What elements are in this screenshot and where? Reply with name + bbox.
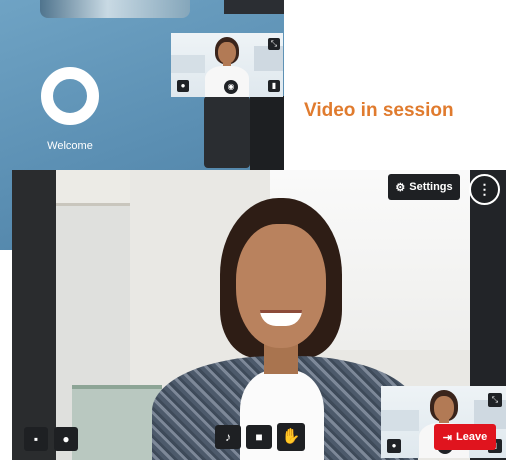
camera-button[interactable]: ■ bbox=[246, 425, 272, 449]
settings-button[interactable]: ⚙ Settings bbox=[388, 174, 460, 200]
more-vertical-icon: ⋮ bbox=[477, 181, 492, 197]
video-session-window: ⚙ Settings ⋮ ⤡ ● ◉ ▮ ▪ ● ♪ ■ ✋ ⇥ Leave bbox=[12, 170, 506, 460]
welcome-logo-ring bbox=[41, 67, 99, 125]
microphone-icon: ● bbox=[177, 80, 189, 92]
signal-icon: ▮ bbox=[268, 80, 280, 92]
doctor-face bbox=[433, 396, 455, 421]
video-camera-icon: ■ bbox=[255, 430, 263, 444]
microphone-icon: ♪ bbox=[225, 430, 231, 444]
background-files bbox=[72, 385, 162, 460]
exit-icon: ⇥ bbox=[442, 431, 452, 444]
left-frame-strip bbox=[12, 170, 56, 460]
microphone-button[interactable]: ♪ bbox=[215, 425, 241, 449]
expand-icon[interactable]: ⤡ bbox=[268, 38, 280, 50]
leave-button[interactable]: ⇥ Leave bbox=[434, 424, 496, 450]
expand-icon[interactable]: ⤡ bbox=[488, 393, 502, 407]
gear-icon: ⚙ bbox=[395, 181, 406, 194]
microphone-icon: ● bbox=[387, 439, 401, 453]
background-desk-detail bbox=[40, 0, 190, 18]
doctor-face bbox=[218, 41, 236, 64]
self-view-thumbnail[interactable]: ⤡ ● ◉ ▮ bbox=[171, 33, 283, 97]
person-icon: ● bbox=[62, 432, 70, 446]
chat-button[interactable]: ▪ bbox=[24, 427, 48, 451]
thumb-background bbox=[381, 410, 419, 431]
chat-icon: ▪ bbox=[33, 432, 39, 446]
leave-label: Leave bbox=[456, 431, 488, 443]
participants-button[interactable]: ● bbox=[54, 427, 78, 451]
caption-video-in-session: Video in session bbox=[304, 100, 454, 121]
settings-label: Settings bbox=[409, 181, 453, 193]
camera-icon[interactable]: ◉ bbox=[224, 80, 238, 94]
background-tablet bbox=[204, 96, 250, 168]
welcome-text: Welcome bbox=[47, 140, 93, 152]
more-options-button[interactable]: ⋮ bbox=[469, 174, 500, 205]
raise-hand-icon: ✋ bbox=[281, 428, 301, 445]
background-shelf bbox=[56, 170, 130, 206]
welcome-top-bar bbox=[224, 0, 284, 14]
thumb-background bbox=[171, 54, 205, 73]
participant-face bbox=[236, 224, 326, 348]
raise-hand-button[interactable]: ✋ bbox=[277, 423, 305, 451]
